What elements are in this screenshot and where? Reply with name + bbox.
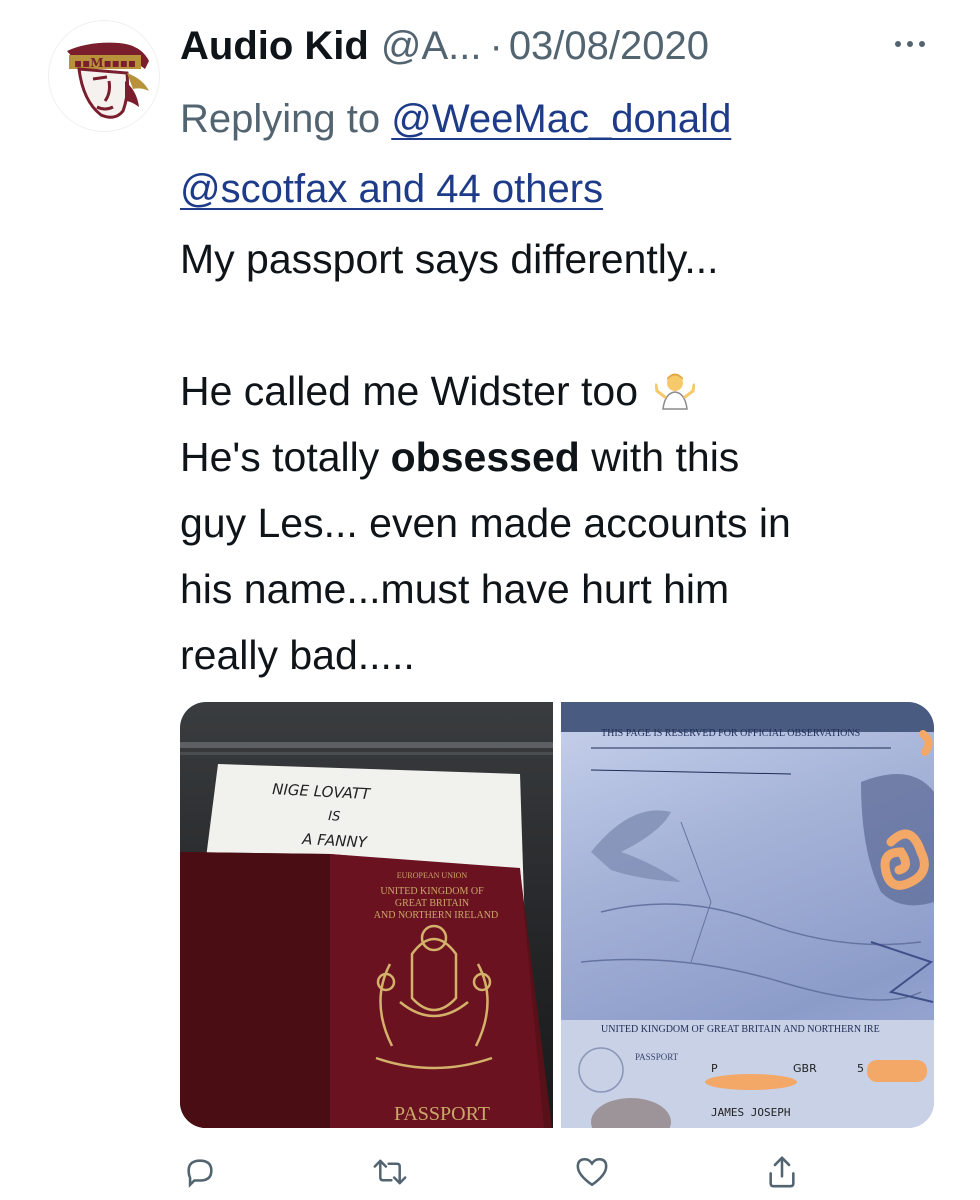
tweet-actions [180, 1150, 940, 1194]
official-observations-text: THIS PAGE IS RESERVED FOR OFFICIAL OBSER… [601, 728, 860, 739]
cover-line: EUROPEAN UNION [397, 871, 468, 880]
tweet-header: Audio Kid @A... · 03/08/2020 [180, 16, 709, 76]
tweet-text: My passport says differently... He calle… [180, 226, 960, 688]
passport-page-photo[interactable]: THIS PAGE IS RESERVED FOR OFFICIAL OBSER… [561, 702, 934, 1128]
more-options-icon[interactable] [880, 24, 940, 64]
avatar[interactable]: ▪▪M▪▪▪▪ [48, 20, 160, 132]
passport-cover-photo[interactable]: NIGE LOVATT IS A FANNY EUROPEAN UNION UN… [180, 702, 553, 1128]
redaction-mark [867, 1060, 927, 1082]
tweet-media[interactable]: NIGE LOVATT IS A FANNY EUROPEAN UNION UN… [180, 702, 934, 1128]
tweet-line: He's totally obsessed with this [180, 434, 740, 480]
tweet-line: guy Les... even made accounts in [180, 500, 791, 546]
note-line: IS [328, 809, 341, 825]
replying-prefix: Replying to [180, 97, 381, 141]
tweet-line: My passport says differently... [180, 236, 719, 282]
reply-to-others-link[interactable]: @scotfax and 44 others [180, 167, 603, 211]
tweet-line: He called me Widster too [180, 358, 960, 424]
separator-dot: · [489, 23, 503, 68]
country-code: GBR [793, 1062, 817, 1075]
tweet-line: really bad..... [180, 632, 415, 678]
tweet-line: his name...must have hurt him [180, 566, 730, 612]
passport-number: 5 [857, 1062, 864, 1075]
person-shrugging-emoji-icon [655, 373, 696, 410]
type-code: P [711, 1062, 718, 1075]
redaction-mark [705, 1074, 797, 1090]
like-icon[interactable] [570, 1150, 614, 1194]
share-icon[interactable] [760, 1150, 804, 1194]
note-line: A FANNY [301, 830, 369, 852]
author-handle[interactable]: @A... [381, 24, 482, 69]
bold-word: obsessed [390, 434, 580, 480]
cover-line: GREAT BRITAIN [395, 898, 469, 909]
holder-name: JAMES JOSEPH [711, 1106, 790, 1119]
retweet-icon[interactable] [368, 1150, 412, 1194]
tweet-date[interactable]: 03/08/2020 [509, 24, 709, 69]
cover-line: AND NORTHERN IRELAND [374, 910, 498, 921]
cover-line: UNITED KINGDOM OF [380, 886, 484, 897]
passport-label: PASSPORT [635, 1052, 679, 1062]
reply-to-user-link[interactable]: @WeeMac_donald [391, 97, 731, 141]
cover-title: PASSPORT [394, 1103, 490, 1125]
issuing-country-text: UNITED KINGDOM OF GREAT BRITAIN AND NORT… [601, 1024, 880, 1035]
replying-to: Replying to @WeeMac_donald @scotfax and … [180, 84, 940, 224]
author-name[interactable]: Audio Kid [180, 24, 369, 69]
reply-icon[interactable] [178, 1150, 222, 1194]
team-logo-icon: ▪▪M▪▪▪▪ [67, 42, 149, 119]
